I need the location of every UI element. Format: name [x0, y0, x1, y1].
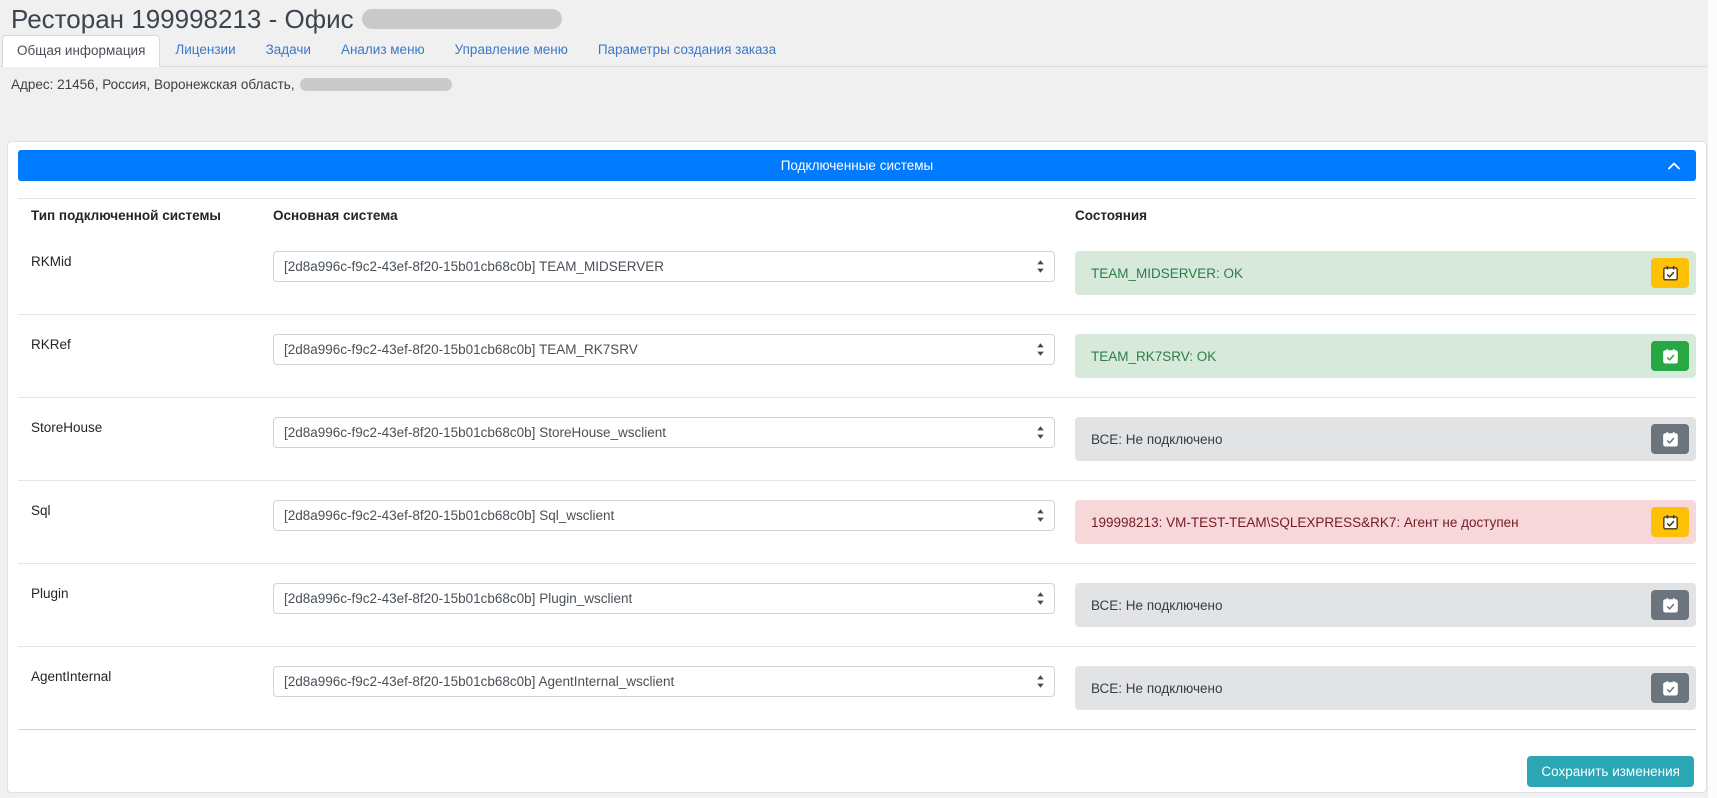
calendar-check-button[interactable]	[1651, 341, 1689, 371]
calendar-check-icon	[1661, 679, 1680, 698]
calendar-check-button[interactable]	[1651, 673, 1689, 703]
address-text: Адрес: 21456, Россия, Воронежская област…	[11, 77, 295, 92]
column-header-states: Состояния	[1075, 208, 1696, 223]
tab-0[interactable]: Общая информация	[2, 35, 160, 67]
tab-5[interactable]: Параметры создания заказа	[583, 34, 791, 66]
tab-4[interactable]: Управление меню	[440, 34, 583, 66]
select-arrows-icon	[1036, 591, 1045, 606]
main-system-cell: [2d8a996c-f9c2-43ef-8f20-15b01cb68c0b] T…	[273, 251, 1055, 282]
redacted-address-text	[300, 78, 452, 91]
table-row: RKMid [2d8a996c-f9c2-43ef-8f20-15b01cb68…	[18, 232, 1696, 314]
scrollbar-track[interactable]	[1707, 0, 1717, 798]
calendar-check-button[interactable]	[1651, 258, 1689, 288]
main-system-select[interactable]: [2d8a996c-f9c2-43ef-8f20-15b01cb68c0b] T…	[273, 251, 1055, 282]
main-system-selected-value: [2d8a996c-f9c2-43ef-8f20-15b01cb68c0b] A…	[284, 674, 674, 689]
select-arrows-icon	[1036, 425, 1045, 440]
connected-systems-header[interactable]: Подключенные системы	[18, 150, 1696, 181]
system-type-label: StoreHouse	[31, 417, 253, 435]
redacted-title-text	[362, 9, 562, 29]
table-row: RKRef [2d8a996c-f9c2-43ef-8f20-15b01cb68…	[18, 314, 1696, 397]
systems-table: Тип подключенной системы Основная систем…	[18, 198, 1696, 729]
tab-bar: Общая информацияЛицензииЗадачиАнализ мен…	[0, 34, 1717, 67]
save-changes-button[interactable]: Сохранить изменения	[1527, 756, 1694, 787]
main-system-selected-value: [2d8a996c-f9c2-43ef-8f20-15b01cb68c0b] S…	[284, 425, 666, 440]
table-row: Plugin [2d8a996c-f9c2-43ef-8f20-15b01cb6…	[18, 563, 1696, 646]
calendar-check-icon	[1661, 264, 1680, 283]
main-system-cell: [2d8a996c-f9c2-43ef-8f20-15b01cb68c0b] P…	[273, 583, 1055, 614]
calendar-check-icon	[1661, 596, 1680, 615]
select-arrows-icon	[1036, 508, 1045, 523]
main-system-select[interactable]: [2d8a996c-f9c2-43ef-8f20-15b01cb68c0b] A…	[273, 666, 1055, 697]
address-line: Адрес: 21456, Россия, Воронежская област…	[11, 77, 1717, 92]
tab-3[interactable]: Анализ меню	[326, 34, 440, 66]
status-text: TEAM_MIDSERVER: OK	[1091, 266, 1243, 281]
main-system-select[interactable]: [2d8a996c-f9c2-43ef-8f20-15b01cb68c0b] S…	[273, 500, 1055, 531]
status-text: ВСЕ: Не подключено	[1091, 598, 1223, 613]
status-text: ВСЕ: Не подключено	[1091, 432, 1223, 447]
main-system-selected-value: [2d8a996c-f9c2-43ef-8f20-15b01cb68c0b] T…	[284, 342, 638, 357]
main-system-cell: [2d8a996c-f9c2-43ef-8f20-15b01cb68c0b] S…	[273, 500, 1055, 531]
main-system-selected-value: [2d8a996c-f9c2-43ef-8f20-15b01cb68c0b] P…	[284, 591, 632, 606]
calendar-check-button[interactable]	[1651, 507, 1689, 537]
calendar-check-button[interactable]	[1651, 590, 1689, 620]
status-text: 199998213: VM-TEST-TEAM\SQLEXPRESS&RK7: …	[1091, 515, 1519, 530]
status-badge: TEAM_RK7SRV: OK	[1075, 334, 1696, 378]
table-body: RKMid [2d8a996c-f9c2-43ef-8f20-15b01cb68…	[18, 232, 1696, 729]
main-system-cell: [2d8a996c-f9c2-43ef-8f20-15b01cb68c0b] T…	[273, 334, 1055, 365]
column-header-type: Тип подключенной системы	[31, 208, 253, 223]
column-header-main-system: Основная система	[273, 208, 1055, 223]
system-type-label: Plugin	[31, 583, 253, 601]
card-footer: Сохранить изменения	[18, 729, 1696, 787]
status-badge: ВСЕ: Не подключено	[1075, 417, 1696, 461]
status-text: ВСЕ: Не подключено	[1091, 681, 1223, 696]
main-system-select[interactable]: [2d8a996c-f9c2-43ef-8f20-15b01cb68c0b] T…	[273, 334, 1055, 365]
select-arrows-icon	[1036, 342, 1045, 357]
status-text: TEAM_RK7SRV: OK	[1091, 349, 1216, 364]
main-system-cell: [2d8a996c-f9c2-43ef-8f20-15b01cb68c0b] S…	[273, 417, 1055, 448]
table-row: Sql [2d8a996c-f9c2-43ef-8f20-15b01cb68c0…	[18, 480, 1696, 563]
status-badge: ВСЕ: Не подключено	[1075, 583, 1696, 627]
page-title-text: Ресторан 199998213 - Офис	[11, 4, 354, 35]
select-arrows-icon	[1036, 259, 1045, 274]
panel-header-label: Подключенные системы	[781, 158, 934, 173]
main-system-selected-value: [2d8a996c-f9c2-43ef-8f20-15b01cb68c0b] T…	[284, 259, 664, 274]
calendar-check-icon	[1661, 347, 1680, 366]
main-system-select[interactable]: [2d8a996c-f9c2-43ef-8f20-15b01cb68c0b] P…	[273, 583, 1055, 614]
calendar-check-icon	[1661, 430, 1680, 449]
system-type-label: RKRef	[31, 334, 253, 352]
system-type-label: AgentInternal	[31, 666, 253, 684]
table-row: AgentInternal [2d8a996c-f9c2-43ef-8f20-1…	[18, 646, 1696, 729]
table-header-row: Тип подключенной системы Основная систем…	[18, 199, 1696, 232]
main-system-cell: [2d8a996c-f9c2-43ef-8f20-15b01cb68c0b] A…	[273, 666, 1055, 697]
table-row: StoreHouse [2d8a996c-f9c2-43ef-8f20-15b0…	[18, 397, 1696, 480]
status-badge: ВСЕ: Не подключено	[1075, 666, 1696, 710]
connected-systems-card: Подключенные системы Тип подключенной си…	[7, 141, 1707, 793]
status-badge: 199998213: VM-TEST-TEAM\SQLEXPRESS&RK7: …	[1075, 500, 1696, 544]
app-window: Ресторан 199998213 - Офис Общая информац…	[0, 0, 1717, 798]
calendar-check-button[interactable]	[1651, 424, 1689, 454]
calendar-check-icon	[1661, 513, 1680, 532]
main-system-select[interactable]: [2d8a996c-f9c2-43ef-8f20-15b01cb68c0b] S…	[273, 417, 1055, 448]
tab-1[interactable]: Лицензии	[160, 34, 250, 66]
tab-2[interactable]: Задачи	[251, 34, 326, 66]
select-arrows-icon	[1036, 674, 1045, 689]
status-badge: TEAM_MIDSERVER: OK	[1075, 251, 1696, 295]
system-type-label: RKMid	[31, 251, 253, 269]
system-type-label: Sql	[31, 500, 253, 518]
chevron-up-icon[interactable]	[1666, 158, 1682, 174]
page-title: Ресторан 199998213 - Офис	[0, 0, 1717, 32]
main-system-selected-value: [2d8a996c-f9c2-43ef-8f20-15b01cb68c0b] S…	[284, 508, 614, 523]
